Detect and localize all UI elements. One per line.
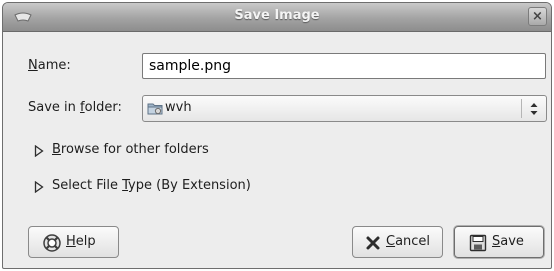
name-label: Name: (28, 58, 71, 73)
file-type-label: Select File Type (By Extension) (52, 178, 251, 193)
help-button-label: Help (66, 234, 96, 249)
browse-folders-label: Browse for other folders (52, 142, 209, 157)
close-icon[interactable]: × (528, 7, 547, 26)
expander-arrow-icon (34, 180, 44, 194)
floppy-disk-icon (469, 234, 487, 256)
title-bar: Save Image × (3, 3, 551, 32)
selected-folder: wvh (165, 100, 192, 115)
file-type-expander[interactable]: Select File Type (By Extension) (34, 177, 294, 197)
save-button-label: Save (492, 234, 524, 249)
save-image-dialog: Save Image × Name: Save in folder: wvh B… (2, 2, 552, 269)
browse-folders-expander[interactable]: Browse for other folders (34, 141, 294, 161)
combo-separator (521, 99, 522, 118)
expander-arrow-icon (34, 144, 44, 158)
save-button[interactable]: Save (454, 226, 544, 258)
lifebuoy-icon (42, 233, 62, 257)
up-down-arrows-icon (527, 100, 541, 118)
cancel-button-label: Cancel (386, 234, 431, 249)
cancel-x-icon (365, 235, 381, 255)
help-button[interactable]: Help (28, 226, 119, 258)
window-title: Save Image (234, 8, 320, 23)
cancel-button[interactable]: Cancel (352, 226, 443, 258)
filename-input[interactable] (142, 53, 546, 79)
save-folder-dropdown[interactable]: wvh (142, 95, 547, 122)
folder-icon (147, 101, 163, 116)
save-in-folder-label: Save in folder: (28, 100, 122, 115)
